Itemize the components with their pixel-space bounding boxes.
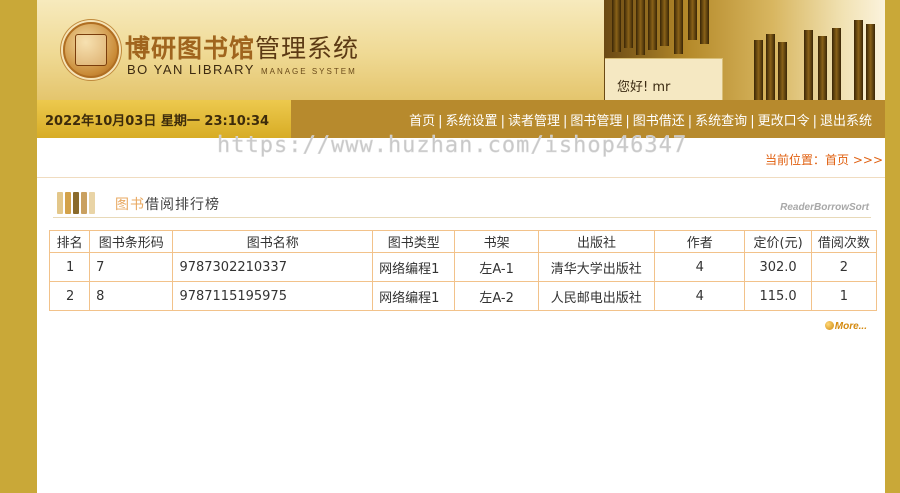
breadcrumb: 当前位置：首页 >>> (765, 151, 883, 168)
cell-author: 4 (654, 281, 746, 311)
cell-borrow-count: 1 (810, 281, 878, 311)
site-title: 博研图书馆管理系统 (125, 29, 359, 65)
col-barcode: 图书条形码 (89, 230, 174, 253)
book-spine (866, 24, 875, 100)
menu-separator: | (500, 114, 505, 129)
main-content: https://www.huzhan.com/ishop46347 当前位置：首… (37, 133, 885, 493)
more-link[interactable]: More... (824, 321, 867, 332)
menu-separator: | (687, 114, 693, 129)
book-spine (832, 28, 841, 100)
menu-logout[interactable]: 退出系统 (820, 114, 872, 129)
menu-change-password[interactable]: 更改口令 (758, 114, 810, 129)
menu-separator: | (562, 114, 568, 129)
greeting-text: 您好! mr (617, 80, 671, 95)
section-title-prefix: 图书 (115, 197, 145, 213)
borrow-ranking-table: 排名 图书条形码 图书名称 图书类型 书架 出版社 作者 定价(元) 借阅次数 … (48, 230, 878, 311)
main-menu: 首页 | 系统设置 | 读者管理 | 图书管理 | 图书借还 | 系统查询 | 更改口令 | 退出系统 (409, 110, 872, 129)
book-spine (766, 34, 775, 100)
seal-emblem-icon (75, 34, 107, 66)
book-spine (648, 0, 657, 50)
site-subtitle: BO YAN LIBRARY MANAGE SYSTEM (127, 62, 357, 77)
book-spine (778, 42, 787, 100)
col-book-type: 图书类型 (372, 230, 456, 253)
breadcrumb-home-link[interactable]: 首页 (825, 153, 849, 167)
cell-shelf: 左A-1 (454, 252, 539, 282)
book-spine (624, 0, 633, 48)
book-spine (804, 30, 813, 100)
book-spine (700, 0, 709, 44)
book-spine (612, 0, 621, 52)
divider (37, 177, 885, 178)
cell-publisher: 清华大学出版社 (537, 252, 656, 282)
site-subtitle-small: MANAGE SYSTEM (260, 67, 357, 76)
book-spine (674, 0, 683, 54)
cell-rank: 2 (48, 281, 91, 311)
col-price: 定价(元) (744, 230, 812, 253)
watermark-url: https://www.huzhan.com/ishop46347 (217, 133, 688, 159)
current-datetime: 2022年10月03日 星期一 23:10:34 (45, 114, 270, 129)
site-title-plain: 管理系统 (255, 34, 360, 63)
breadcrumb-prefix: 当前位置： (764, 153, 825, 167)
col-publisher: 出版社 (537, 230, 656, 253)
header-banner: 博研图书馆管理系统 BO YAN LIBRARY MANAGE SYSTEM 您好… (37, 0, 885, 100)
col-author: 作者 (654, 230, 746, 253)
table-row: 2 8 9787115195975 网络编程1 左A-2 人民邮电出版社 4 1… (48, 281, 878, 311)
book-spine (688, 0, 697, 40)
cell-borrow-count: 2 (810, 252, 878, 282)
menu-reader-management[interactable]: 读者管理 (508, 114, 560, 129)
col-borrow-count: 借阅次数 (810, 230, 878, 253)
menu-book-management[interactable]: 图书管理 (570, 114, 622, 129)
cell-author: 4 (654, 252, 746, 282)
cell-book-type: 网络编程1 (372, 252, 456, 282)
book-spine (854, 20, 863, 100)
table-header-row: 排名 图书条形码 图书名称 图书类型 书架 出版社 作者 定价(元) 借阅次数 (48, 230, 878, 253)
menu-borrow-return[interactable]: 图书借还 (633, 114, 685, 129)
table-row: 1 7 9787302210337 网络编程1 左A-1 清华大学出版社 4 3… (48, 252, 878, 282)
col-book-name: 图书名称 (172, 230, 374, 253)
page-frame: 博研图书馆管理系统 BO YAN LIBRARY MANAGE SYSTEM 您好… (0, 0, 900, 493)
menu-system-settings[interactable]: 系统设置 (446, 114, 498, 129)
menu-system-query[interactable]: 系统查询 (695, 114, 747, 129)
cell-barcode: 7 (89, 252, 174, 282)
cell-publisher: 人民邮电出版社 (537, 281, 656, 311)
cell-barcode: 8 (89, 281, 174, 311)
menu-separator: | (438, 114, 443, 129)
section-title: 图书借阅排行榜 (115, 194, 220, 214)
cell-shelf: 左A-2 (454, 281, 539, 311)
book-spine (660, 0, 669, 46)
book-spine (636, 0, 645, 55)
col-shelf: 书架 (454, 230, 539, 253)
site-title-calligraphy: 博研图书馆 (125, 34, 256, 63)
section-header: 图书借阅排行榜 ReaderBorrowSort (53, 186, 871, 218)
more-ball-icon (824, 321, 834, 330)
site-subtitle-main: BO YAN LIBRARY (127, 62, 255, 77)
cell-rank: 1 (48, 252, 91, 282)
cell-price: 115.0 (744, 281, 812, 311)
greeting-box: 您好! mr (605, 58, 723, 100)
library-seal-logo (63, 22, 119, 78)
more-label: More... (834, 321, 867, 332)
menu-separator: | (625, 114, 630, 129)
menu-home[interactable]: 首页 (409, 114, 435, 129)
books-icon (53, 192, 111, 214)
section-title-main: 借阅排行榜 (145, 197, 220, 213)
book-spine (754, 40, 763, 100)
breadcrumb-arrows: >>> (849, 153, 883, 167)
col-rank: 排名 (48, 230, 91, 253)
cell-book-type: 网络编程1 (372, 281, 456, 311)
section-title-english: ReaderBorrowSort (780, 202, 869, 213)
book-spine (818, 36, 827, 100)
cell-price: 302.0 (744, 252, 812, 282)
menu-separator: | (812, 114, 817, 129)
cell-book-name: 9787302210337 (172, 252, 374, 282)
cell-book-name: 9787115195975 (172, 281, 374, 311)
menu-separator: | (750, 114, 755, 129)
